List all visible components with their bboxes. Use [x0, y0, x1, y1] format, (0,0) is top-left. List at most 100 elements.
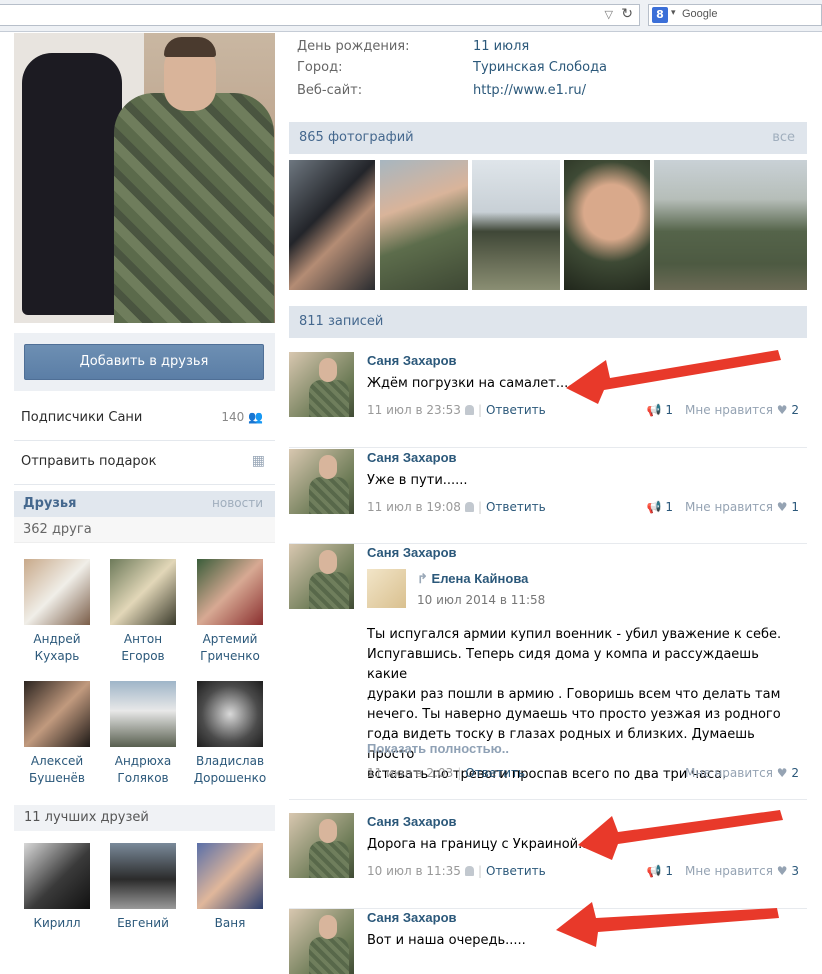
friend-avatar[interactable]: [197, 843, 263, 909]
friend-last-name: Бушенёв: [29, 771, 85, 785]
photo-thumbnail[interactable]: [654, 160, 807, 290]
post-avatar[interactable]: [289, 352, 354, 417]
friends-news-link[interactable]: новости: [212, 496, 263, 510]
send-gift-link[interactable]: Отправить подарок ▦: [14, 441, 275, 485]
search-box[interactable]: 8 ▾ Google: [648, 4, 822, 26]
heart-icon: ♥: [776, 766, 788, 780]
address-dropdown-icon[interactable]: ▽: [605, 8, 613, 21]
megaphone-icon: 📢: [646, 500, 662, 514]
info-value-link[interactable]: 11 июля: [473, 39, 529, 54]
best-friend-item[interactable]: Кирилл: [17, 843, 97, 932]
photo-thumbnail[interactable]: [564, 160, 650, 290]
photos-header[interactable]: 865 фотографий все: [289, 122, 807, 154]
right-column: День рождения: 11 июля Город: Туринская …: [289, 33, 807, 974]
like-button[interactable]: Мне нравится ♥ 2: [685, 766, 799, 780]
subscribers-link[interactable]: Подписчики Сани 140 👥: [14, 397, 275, 441]
heart-icon: ♥: [776, 500, 788, 514]
friend-first-name: Артемий: [202, 632, 258, 646]
like-button[interactable]: Мне нравится ♥ 3: [685, 864, 799, 878]
post-avatar[interactable]: [289, 813, 354, 878]
photos-title: 865 фотографий: [299, 130, 414, 145]
friend-avatar[interactable]: [110, 843, 176, 909]
friend-item[interactable]: Владислав Дорошенко: [190, 681, 270, 787]
friend-last-name: Гриченко: [200, 649, 260, 663]
repost-date-link[interactable]: 10 июл 2014 в 11:58: [417, 593, 545, 607]
friend-avatar[interactable]: [197, 681, 263, 747]
android-icon: [464, 502, 474, 512]
wall-post: Саня Захаров ↱ Елена Кайнова 10 июл 2014…: [289, 544, 807, 800]
best-friend-item[interactable]: Евгений: [103, 843, 183, 932]
post-avatar[interactable]: [289, 909, 354, 974]
repost-author-link[interactable]: ↱ Елена Кайнова: [417, 571, 528, 587]
reload-icon[interactable]: ↻: [621, 6, 633, 22]
address-bar[interactable]: ▽ ↻: [0, 4, 640, 26]
search-engine-dropdown-icon[interactable]: ▾: [671, 8, 676, 18]
friend-avatar[interactable]: [110, 681, 176, 747]
like-count: 2: [791, 766, 799, 780]
friends-count-bar[interactable]: 362 друга: [14, 517, 275, 543]
send-gift-label: Отправить подарок: [21, 454, 157, 469]
show-more-link[interactable]: Показать полностью..: [367, 741, 509, 756]
post-author-link[interactable]: Саня Захаров: [367, 910, 457, 925]
info-row-city: Город: Туринская Слобода: [297, 60, 797, 82]
post-meta: 11 июл в 19:08 | Ответить: [367, 500, 546, 514]
post-date-link[interactable]: 11 июл в 19:08: [367, 500, 461, 514]
photos-all-link[interactable]: все: [772, 130, 795, 145]
friend-item[interactable]: Алексей Бушенёв: [17, 681, 97, 787]
left-column: Добавить в друзья Подписчики Сани 140 👥 …: [14, 33, 275, 958]
share-button[interactable]: 📢 1: [647, 500, 673, 514]
info-key: День рождения:: [297, 39, 410, 54]
info-row-website: Веб-сайт: http://www.e1.ru/: [297, 83, 797, 105]
add-friend-button[interactable]: Добавить в друзья: [24, 344, 264, 380]
friend-item[interactable]: Артемий Гриченко: [190, 559, 270, 665]
post-avatar[interactable]: [289, 449, 354, 514]
post-author-link[interactable]: Саня Захаров: [367, 814, 457, 829]
wall-header[interactable]: 811 записей: [289, 306, 807, 338]
heart-icon: ♥: [776, 864, 788, 878]
repost-avatar[interactable]: [367, 569, 406, 608]
post-text: Уже в пути......: [367, 473, 468, 488]
friend-avatar[interactable]: [24, 559, 90, 625]
friend-item[interactable]: Андрюха Голяков: [103, 681, 183, 787]
post-date-link[interactable]: 11 июл в 23:53: [367, 403, 461, 417]
photo-thumbnail[interactable]: [289, 160, 375, 290]
reply-link[interactable]: Ответить: [486, 864, 546, 878]
friend-first-name: Владислав: [195, 754, 265, 768]
share-button[interactable]: 📢 1: [647, 864, 673, 878]
best-friends-header[interactable]: 11 лучших друзей: [14, 805, 275, 831]
reply-link[interactable]: Ответить: [465, 766, 525, 780]
like-button[interactable]: Мне нравится ♥ 2: [685, 403, 799, 417]
profile-photo[interactable]: [14, 33, 275, 323]
info-value-link[interactable]: http://www.e1.ru/: [473, 83, 586, 98]
friend-avatar[interactable]: [197, 559, 263, 625]
photo-thumbnail[interactable]: [472, 160, 560, 290]
friend-item[interactable]: Антон Егоров: [103, 559, 183, 665]
reply-link[interactable]: Ответить: [486, 403, 546, 417]
post-author-link[interactable]: Саня Захаров: [367, 450, 457, 465]
post-date-link[interactable]: 11 июл в 2:03: [367, 766, 453, 780]
friend-last-name: Голяков: [117, 771, 169, 785]
post-date-link[interactable]: 10 июл в 11:35: [367, 864, 461, 878]
users-icon: 👥: [248, 410, 263, 424]
post-meta: 10 июл в 11:35 | Ответить: [367, 864, 546, 878]
post-avatar[interactable]: [289, 544, 354, 609]
gift-icon: ▦: [251, 453, 265, 469]
like-count: 1: [791, 500, 799, 514]
friends-title[interactable]: Друзья: [23, 496, 76, 511]
friend-avatar[interactable]: [24, 843, 90, 909]
friend-item[interactable]: Андрей Кухарь: [17, 559, 97, 665]
friend-avatar[interactable]: [24, 681, 90, 747]
photo-thumbnail[interactable]: [380, 160, 468, 290]
like-button[interactable]: Мне нравится ♥ 1: [685, 500, 799, 514]
friend-avatar[interactable]: [110, 559, 176, 625]
post-author-link[interactable]: Саня Захаров: [367, 545, 457, 560]
share-button[interactable]: 📢 1: [647, 403, 673, 417]
post-meta: 11 июл в 23:53 | Ответить: [367, 403, 546, 417]
friend-first-name: Алексей: [30, 754, 84, 768]
info-value-link[interactable]: Туринская Слобода: [473, 60, 607, 75]
post-text: Ждём погрузки на самалет....: [367, 376, 573, 391]
post-meta: 11 июл в 2:03 | Ответить: [367, 766, 526, 780]
best-friend-item[interactable]: Ваня: [190, 843, 270, 932]
post-author-link[interactable]: Саня Захаров: [367, 353, 457, 368]
reply-link[interactable]: Ответить: [486, 500, 546, 514]
